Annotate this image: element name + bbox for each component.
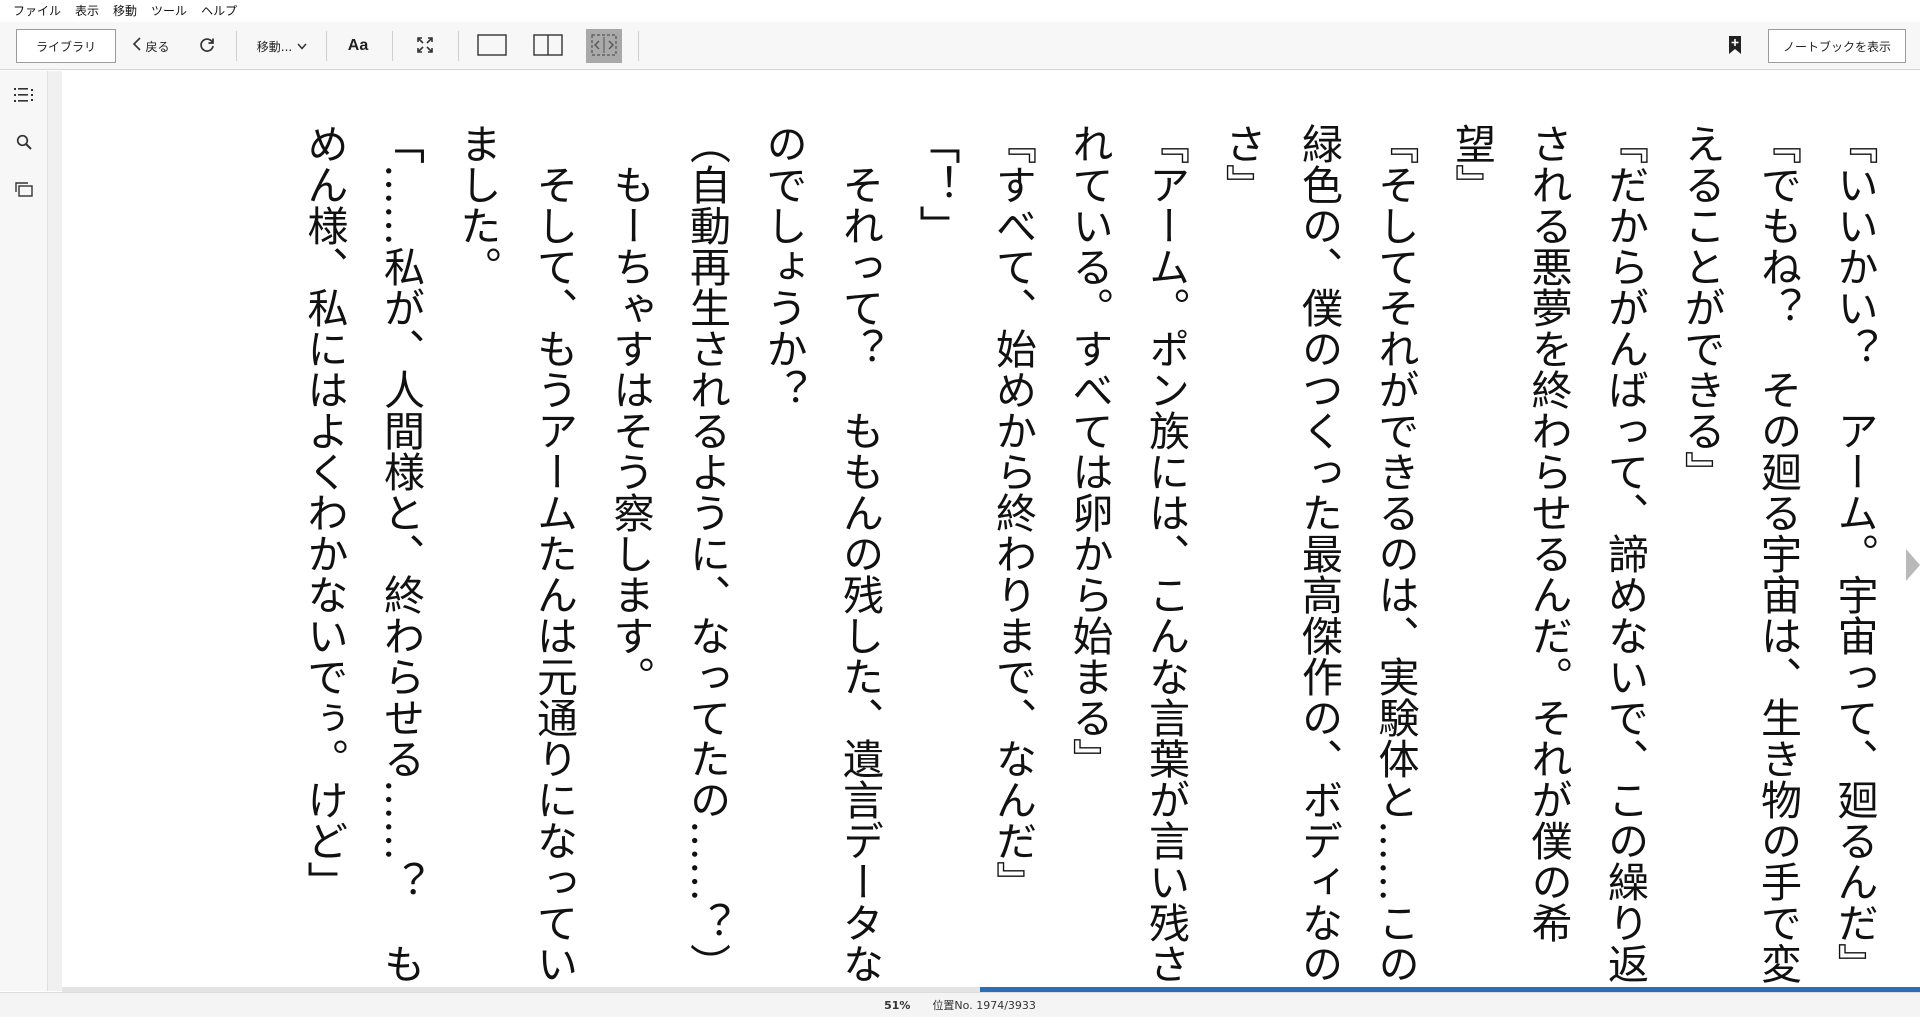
toolbar-divider: [392, 31, 393, 61]
two-page-button[interactable]: [530, 29, 566, 63]
text-line: 『いいかい？ アーム。宇宙って、廻るんだ』: [1830, 123, 1878, 984]
back-button[interactable]: 戻る: [126, 29, 176, 63]
chevron-left-icon: [132, 37, 142, 55]
toolbar-divider: [638, 31, 639, 61]
toolbar-divider: [458, 31, 459, 61]
text-line: めん様、私にはよくわかないでぅ。けど」: [300, 123, 348, 902]
toolbar-divider: [236, 31, 237, 61]
notebook-label: ノートブックを表示: [1782, 39, 1891, 54]
two-page-icon: [533, 33, 563, 59]
book-page[interactable]: 『いいかい？ アーム。宇宙って、廻るんだ』 『でもね？ その廻る宇宙は、生き物の…: [62, 71, 1920, 988]
next-page-icon[interactable]: [1906, 549, 1920, 581]
library-label: ライブラリ: [35, 39, 96, 54]
text-line: のでしょうか？: [759, 123, 807, 410]
text-line: される悪夢を終わらせるんだ。それが僕の希: [1524, 123, 1572, 943]
status-bar: 51% 位置No. 1974/3933: [0, 992, 1920, 1017]
text-line: れている。すべては卵から始まる』: [1065, 123, 1113, 779]
menu-bar: ファイル 表示 移動 ツール ヘルプ: [0, 0, 1920, 22]
text-line: 「……私が、人間様と、終わらせる……？ も: [376, 123, 425, 984]
library-button[interactable]: ライブラリ: [16, 29, 116, 63]
text-line: もーちゃすはそう察します。: [606, 123, 654, 697]
toolbar-divider: [326, 31, 327, 61]
text-line: 望』: [1447, 123, 1496, 205]
font-settings-button[interactable]: Aa: [340, 29, 376, 63]
text-line: 『すべて、始めから終わりまで、なんだ』: [988, 123, 1037, 902]
single-page-button[interactable]: [474, 29, 510, 63]
refresh-icon: [198, 36, 216, 57]
show-notebook-button[interactable]: ノートブックを表示: [1768, 29, 1906, 63]
search-icon[interactable]: [10, 128, 38, 156]
flashcards-icon[interactable]: [10, 175, 38, 203]
text-line: 『だからがんばって、諦めないで、この繰り返: [1600, 123, 1649, 984]
menu-file[interactable]: ファイル: [6, 0, 68, 22]
menu-tools[interactable]: ツール: [144, 0, 194, 22]
text-line: さ』: [1218, 123, 1266, 205]
text-line: えることができる』: [1677, 123, 1725, 492]
text-line: そして、もうアームたんは元通りになってい: [529, 123, 578, 984]
left-sidebar: [0, 71, 48, 991]
bookmark-button[interactable]: [1722, 29, 1748, 63]
text-line: 『そしてそれができるのは、実験体と……この: [1371, 123, 1419, 984]
menu-go[interactable]: 移動: [106, 0, 144, 22]
single-page-icon: [477, 33, 507, 59]
text-line: それって？ ももんの残した、遺言データな: [835, 123, 884, 984]
font-label: Aa: [347, 37, 369, 54]
fullscreen-icon: [416, 36, 434, 57]
menu-help[interactable]: ヘルプ: [194, 0, 244, 22]
goto-dropdown[interactable]: 移動...: [248, 29, 316, 63]
fit-view-button[interactable]: [586, 29, 622, 63]
text-line: 「！」: [912, 123, 960, 246]
text-line: ました。: [453, 123, 501, 287]
text-line: 緑色の、僕のつくった最高傑作の、ボディなの: [1294, 123, 1343, 984]
fit-view-icon: [590, 33, 618, 60]
fullscreen-button[interactable]: [408, 29, 442, 63]
toolbar: ライブラリ 戻る 移動... Aa ノートブックを表示: [0, 22, 1920, 70]
menu-view[interactable]: 表示: [68, 0, 106, 22]
goto-label: 移動...: [256, 39, 293, 54]
text-line: 『アーム。ポン族には、こんな言葉が言い残さ: [1141, 123, 1190, 984]
text-line: （自動再生されるように、なってたの……？）: [682, 123, 731, 984]
location-label: 位置No. 1974/3933: [932, 999, 1036, 1012]
back-label: 戻る: [145, 39, 170, 54]
refresh-button[interactable]: [190, 29, 224, 63]
text-line: 『でもね？ その廻る宇宙は、生き物の手で変: [1753, 123, 1802, 984]
vertical-text-body: 『いいかい？ アーム。宇宙って、廻るんだ』 『でもね？ その廻る宇宙は、生き物の…: [232, 123, 1892, 984]
chevron-down-icon: [297, 40, 307, 53]
toc-icon[interactable]: [10, 81, 38, 109]
progress-percent: 51%: [884, 998, 911, 1012]
bookmark-add-icon: [1728, 35, 1742, 58]
